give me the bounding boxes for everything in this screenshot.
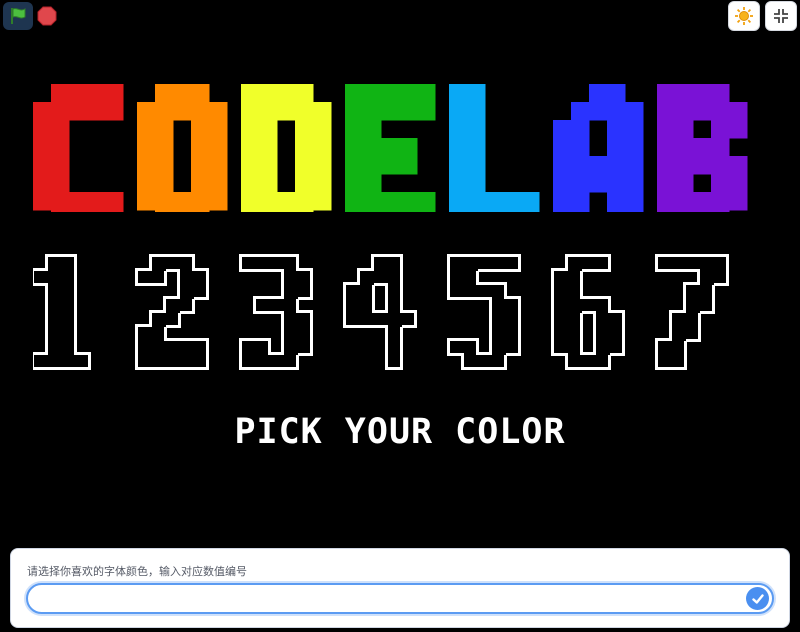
theme-button[interactable] (728, 1, 760, 31)
submit-button[interactable] (746, 587, 769, 610)
stop-button[interactable] (35, 2, 59, 30)
color-number-row: 12 3 4 5 6 7 (33, 254, 729, 370)
ask-prompt: 请选择你喜欢的字体颜色，输入对应数值编号 (27, 565, 247, 578)
title-letter-o (137, 84, 228, 212)
digit-4: 4 (343, 254, 417, 370)
digit-2: 2 (135, 254, 209, 370)
green-flag-button[interactable] (3, 2, 33, 30)
digit-label: 3 (276, 325, 277, 327)
digit-7: 7 (655, 254, 729, 370)
title-letter-b (657, 84, 748, 212)
shrink-icon (774, 9, 788, 23)
sun-icon (735, 7, 753, 25)
green-flag-icon (11, 8, 26, 24)
digit-5: 5 (447, 254, 521, 370)
digit-1: 1 (33, 254, 91, 370)
digit-6: 6 (551, 254, 625, 370)
stop-icon (37, 6, 57, 26)
title-letter-a (553, 84, 644, 212)
title-letter-c (33, 84, 124, 212)
answer-box[interactable] (26, 583, 774, 614)
digit-3: 3 (239, 254, 313, 370)
answer-input[interactable] (40, 590, 734, 610)
title-letter-d (241, 84, 332, 212)
check-icon (751, 593, 764, 604)
ask-panel: 请选择你喜欢的字体颜色，输入对应数值编号 (10, 548, 790, 628)
exit-fullscreen-button[interactable] (765, 1, 797, 31)
pick-your-color-text: PICK YOUR COLOR (234, 412, 566, 452)
digit-label: 6 (588, 325, 589, 327)
digit-label: 5 (484, 325, 485, 327)
title-letter-e (345, 84, 436, 212)
codelab-title (33, 84, 748, 212)
title-letter-l (449, 84, 540, 212)
